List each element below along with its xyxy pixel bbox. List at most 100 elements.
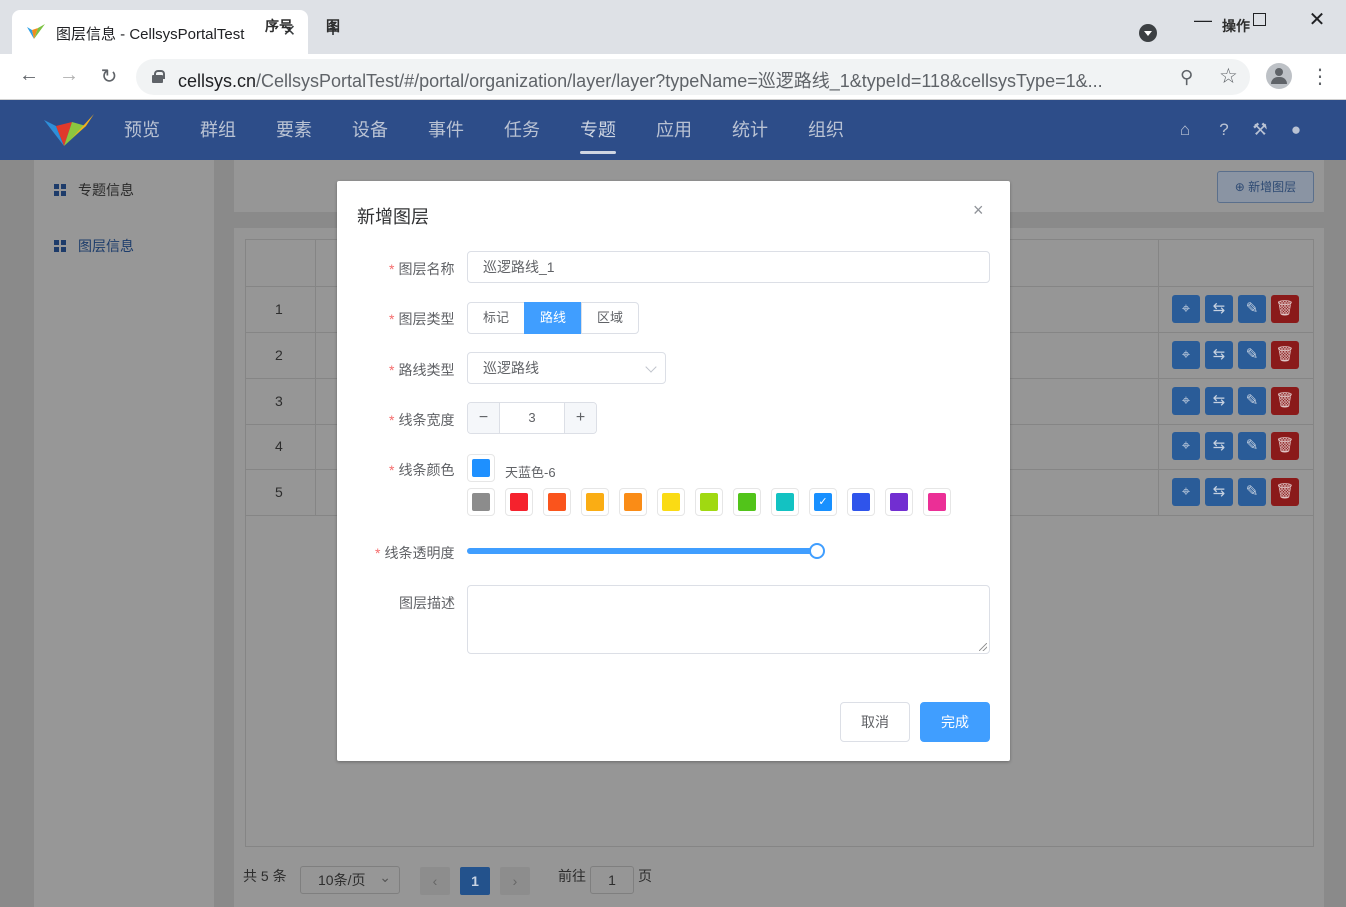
line-width-input[interactable]: 3	[500, 403, 564, 433]
help-icon[interactable]: ?	[1214, 120, 1234, 140]
layer-type-option[interactable]: 区域	[581, 302, 640, 334]
goto-page-input[interactable]: 1	[590, 866, 634, 894]
back-icon[interactable]: ←	[16, 64, 42, 87]
row-index: 4	[275, 438, 283, 454]
browser-toolbar: ← → ↻ cellsys.cn/CellsysPortalTest/#/por…	[0, 54, 1346, 100]
new-layer-button[interactable]: ⊕ 新增图层	[1217, 171, 1314, 203]
browser-menu-icon[interactable]: ⋮	[1310, 64, 1330, 89]
nav-item[interactable]: 设备	[332, 100, 408, 160]
new-layer-dialog: 新增图层 × * 图层名称 巡逻路线_1 * 图层类型 标记 路线 区域 * 路线类型 巡…	[337, 181, 1010, 761]
map-edit-icon[interactable]: ⌖	[1172, 341, 1200, 369]
swap-icon[interactable]: ⇆	[1205, 341, 1233, 369]
confirm-button[interactable]: 完成	[920, 702, 990, 742]
prev-page-button[interactable]: ‹	[420, 867, 450, 895]
nav-item[interactable]: 事件	[408, 100, 484, 160]
delete-icon[interactable]: 🗑	[1271, 341, 1299, 369]
map-edit-icon[interactable]: ⌖	[1172, 387, 1200, 415]
url-text[interactable]: cellsys.cn/CellsysPortalTest/#/portal/or…	[178, 67, 1168, 93]
color-swatch[interactable]	[581, 488, 609, 516]
color-swatch[interactable]	[505, 488, 533, 516]
map-edit-icon[interactable]: ⌖	[1172, 295, 1200, 323]
edit-icon[interactable]: ✎	[1238, 432, 1266, 460]
color-swatch[interactable]	[657, 488, 685, 516]
nav-item[interactable]: 统计	[712, 100, 788, 160]
color-swatch[interactable]	[923, 488, 951, 516]
home-icon[interactable]: ⌂	[1175, 120, 1195, 140]
current-color-name: 天蓝色-6	[505, 465, 556, 480]
reload-icon[interactable]: ↻	[96, 64, 122, 89]
next-page-button[interactable]: ›	[500, 867, 530, 895]
edit-icon[interactable]: ✎	[1238, 341, 1266, 369]
browser-tab[interactable]: 图层信息 - CellsysPortalTest ✕	[12, 10, 308, 54]
col-header-name: 图	[326, 18, 340, 34]
page-size-select[interactable]: 10条/页	[300, 864, 400, 894]
color-swatch[interactable]	[771, 488, 799, 516]
nav-item[interactable]: 任务	[484, 100, 560, 160]
cancel-button[interactable]: 取消	[840, 702, 910, 742]
resize-grip[interactable]	[979, 643, 987, 651]
slider-fill	[467, 548, 817, 554]
edit-icon[interactable]: ✎	[1238, 295, 1266, 323]
user-icon[interactable]: ●	[1286, 120, 1306, 140]
app-logo	[44, 114, 94, 146]
app-logo-icon	[27, 24, 45, 39]
color-swatch[interactable]	[885, 488, 913, 516]
color-swatch[interactable]	[847, 488, 875, 516]
delete-icon[interactable]: 🗑	[1271, 432, 1299, 460]
address-bar[interactable]: cellsys.cn/CellsysPortalTest/#/portal/or…	[136, 59, 1250, 95]
nav-item[interactable]: 应用	[636, 100, 712, 160]
close-icon[interactable]: ×	[973, 200, 984, 221]
pagination-total: 共 5 条	[243, 868, 287, 884]
layer-type-option[interactable]: 标记	[467, 302, 526, 334]
increment-button[interactable]: +	[564, 403, 596, 433]
edit-icon[interactable]: ✎	[1238, 387, 1266, 415]
grid-icon	[54, 240, 66, 252]
window-minimize-button[interactable]: —	[1188, 8, 1218, 32]
map-edit-icon[interactable]: ⌖	[1172, 432, 1200, 460]
map-edit-icon[interactable]: ⌖	[1172, 478, 1200, 506]
nav-item[interactable]: 要素	[256, 100, 332, 160]
delete-icon[interactable]: 🗑	[1271, 387, 1299, 415]
slider-handle[interactable]	[809, 543, 825, 559]
layer-type-label: * 图层类型	[389, 311, 455, 327]
zoom-icon[interactable]: ⚲	[1180, 67, 1193, 88]
color-swatch[interactable]	[733, 488, 761, 516]
nav-item[interactable]: 群组	[180, 100, 256, 160]
layer-type-option[interactable]: 路线	[524, 302, 583, 334]
edit-icon[interactable]: ✎	[1238, 478, 1266, 506]
color-swatch[interactable]	[619, 488, 647, 516]
tab-search-icon[interactable]	[1139, 24, 1157, 42]
nav-item[interactable]: 组织	[788, 100, 864, 160]
color-swatch[interactable]	[467, 488, 495, 516]
description-label: 图层描述	[399, 595, 455, 611]
swap-icon[interactable]: ⇆	[1205, 432, 1233, 460]
sidebar-item-layer-info[interactable]: 图层信息	[54, 236, 134, 256]
row-index: 2	[275, 347, 283, 363]
sidebar-item-topic-info[interactable]: 专题信息	[54, 180, 134, 200]
window-close-button[interactable]: ✕	[1302, 8, 1332, 32]
tools-icon[interactable]: ⚒	[1250, 120, 1270, 140]
color-swatch[interactable]	[695, 488, 723, 516]
route-type-value: 巡逻路线	[483, 360, 539, 376]
decrement-button[interactable]: −	[468, 403, 500, 433]
profile-avatar[interactable]	[1266, 63, 1292, 89]
swap-icon[interactable]: ⇆	[1205, 295, 1233, 323]
page-1-button[interactable]: 1	[460, 867, 490, 895]
nav-item[interactable]: 预览	[104, 100, 180, 160]
lock-icon[interactable]	[152, 70, 165, 83]
route-type-select[interactable]: 巡逻路线	[467, 352, 666, 384]
color-swatch[interactable]: ✓	[809, 488, 837, 516]
description-textarea[interactable]	[467, 585, 990, 654]
line-opacity-slider[interactable]	[467, 543, 825, 559]
swap-icon[interactable]: ⇆	[1205, 387, 1233, 415]
swap-icon[interactable]: ⇆	[1205, 478, 1233, 506]
nav-item[interactable]: 专题	[560, 100, 636, 160]
bookmark-star-icon[interactable]: ☆	[1219, 64, 1238, 89]
current-color-swatch[interactable]	[467, 454, 495, 482]
delete-icon[interactable]: 🗑	[1271, 295, 1299, 323]
color-palette: ✓	[467, 488, 961, 516]
delete-icon[interactable]: 🗑	[1271, 478, 1299, 506]
layer-name-input[interactable]: 巡逻路线_1	[467, 251, 990, 283]
color-swatch[interactable]	[543, 488, 571, 516]
forward-icon[interactable]: →	[56, 64, 82, 87]
